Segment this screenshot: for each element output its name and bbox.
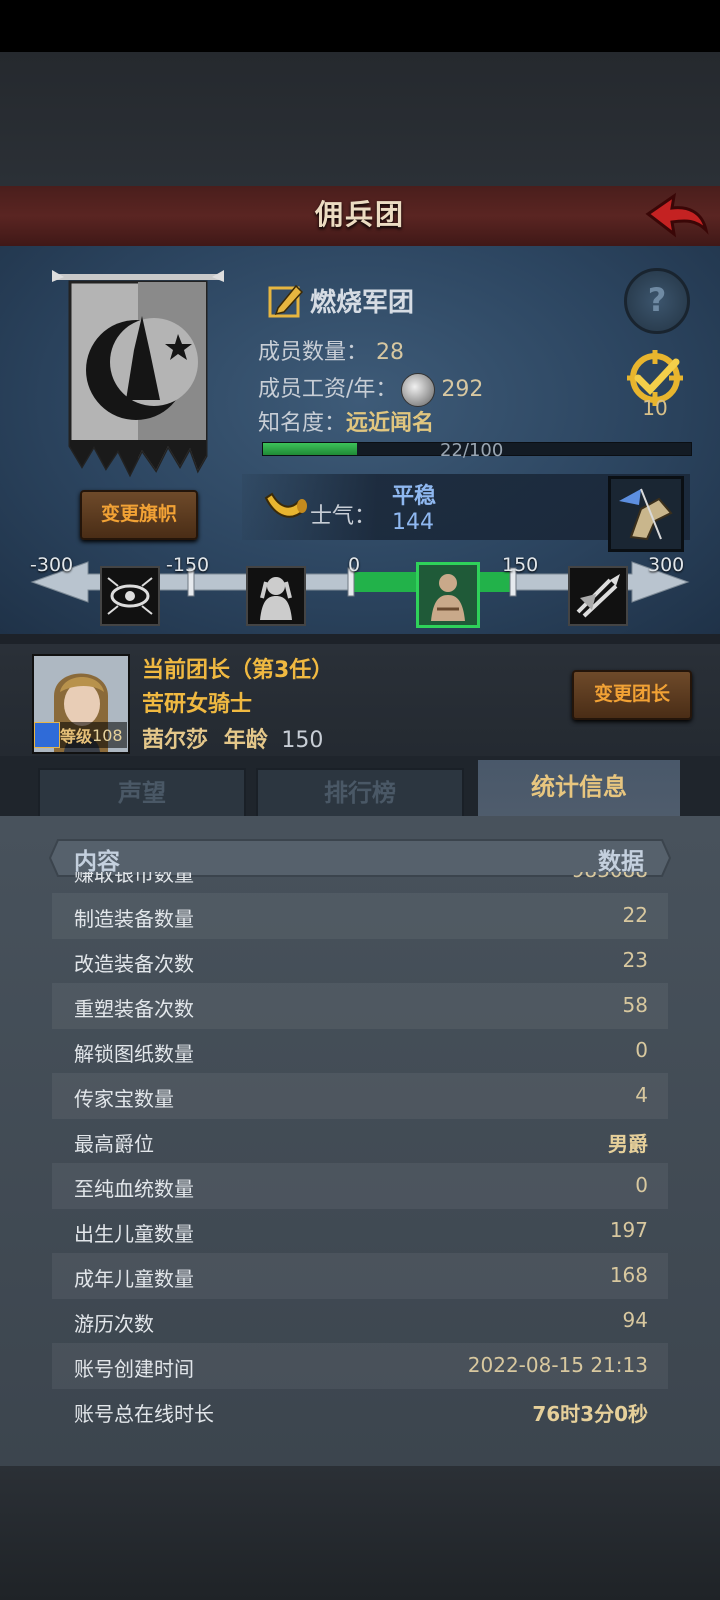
row-label: 账号总在线时长 xyxy=(74,1402,214,1426)
leader-level: 等级108 xyxy=(34,722,127,748)
page-title: 佣兵团 xyxy=(314,198,405,231)
column-header-data: 数据 xyxy=(598,849,644,875)
morale-status: 平稳 xyxy=(392,484,437,509)
tab-statistics[interactable]: 统计信息 xyxy=(478,760,680,818)
table-row: 至纯血统数量 0 xyxy=(52,1163,668,1209)
table-row: 游历次数 94 xyxy=(52,1298,668,1344)
row-label: 制造装备数量 xyxy=(74,907,194,931)
stats-list[interactable]: 赚取银币数量 983088 制造装备数量 22 改造装备次数 23 重塑装备次数 58 解锁图纸… xyxy=(52,872,668,1466)
members-value: 28 xyxy=(376,340,405,365)
change-flag-button[interactable]: 变更旗帜 xyxy=(80,490,198,540)
table-row: 重塑装备次数 58 xyxy=(52,983,668,1029)
change-leader-button[interactable]: 变更团长 xyxy=(572,670,692,720)
row-label: 最高爵位 xyxy=(74,1132,154,1156)
wage-label: 成员工资/年： xyxy=(258,377,398,402)
sword-class-icon xyxy=(34,722,60,748)
tab-ranking[interactable]: 排行榜 xyxy=(256,768,464,818)
table-row: 最高爵位 男爵 xyxy=(52,1118,668,1164)
table-row: 解锁图纸数量 0 xyxy=(52,1028,668,1074)
back-arrow-icon[interactable] xyxy=(644,190,710,242)
table-row: 出生儿童数量 197 xyxy=(52,1208,668,1254)
table-row: 改造装备次数 23 xyxy=(52,938,668,984)
table-row: 账号创建时间 2022-08-15 21:13 xyxy=(52,1343,668,1389)
leader-name: 茜尔莎 xyxy=(142,728,209,753)
fame-progress-fill xyxy=(263,443,358,455)
row-label: 游历次数 xyxy=(74,1312,154,1336)
fame-row: 知名度：远近闻名 xyxy=(258,405,434,437)
leader-age-label: 年龄 xyxy=(223,728,268,753)
table-row: 账号总在线时长 76时3分0秒 xyxy=(52,1388,668,1434)
row-value: 23 xyxy=(622,948,648,972)
fame-progress-text: 22/100 xyxy=(440,440,504,461)
morale-label: 士气： xyxy=(310,504,377,529)
badge-count: 10 xyxy=(642,396,668,420)
table-row: 传家宝数量 4 xyxy=(52,1073,668,1119)
tab-reputation[interactable]: 声望 xyxy=(38,768,246,818)
leader-age: 150 xyxy=(281,728,324,753)
table-row: 赚取银币数量 983088 xyxy=(52,872,668,894)
row-label: 赚取银币数量 xyxy=(74,872,194,886)
row-label: 成年儿童数量 xyxy=(74,1267,194,1291)
leader-class: 苦研女骑士 xyxy=(142,692,253,717)
members-row: 成员数量： 28 xyxy=(258,334,404,366)
table-row: 制造装备数量 22 xyxy=(52,893,668,939)
leader-info: 茜尔莎 年龄 150 xyxy=(142,722,323,754)
scale-tick-label: 300 xyxy=(648,554,685,576)
row-label: 账号创建时间 xyxy=(74,1357,194,1381)
scale-tick-label: 150 xyxy=(502,554,539,576)
morale-eye-icon[interactable] xyxy=(100,566,160,626)
status-bar xyxy=(0,0,720,52)
guild-banner-icon xyxy=(50,270,226,492)
flag-charge-icon[interactable] xyxy=(608,476,684,552)
scale-tick-label: -150 xyxy=(166,554,210,576)
row-label: 解锁图纸数量 xyxy=(74,1042,194,1066)
level-value: 108 xyxy=(92,725,123,745)
morale-calm-icon[interactable] xyxy=(416,562,480,628)
row-value: 983088 xyxy=(572,872,648,882)
header-bar: 佣兵团 xyxy=(0,186,720,249)
row-label: 重塑装备次数 xyxy=(74,997,194,1021)
divider xyxy=(0,634,720,644)
row-label: 改造装备次数 xyxy=(74,952,194,976)
morale-value: 144 xyxy=(392,510,434,535)
members-label: 成员数量： xyxy=(258,340,369,365)
level-label: 等级 xyxy=(60,727,93,746)
edit-name-icon[interactable] xyxy=(266,280,306,320)
top-background xyxy=(0,52,720,186)
table-row: 成年儿童数量 168 xyxy=(52,1253,668,1299)
fame-status: 远近闻名 xyxy=(346,411,435,436)
row-label: 出生儿童数量 xyxy=(74,1222,194,1246)
wage-row: 成员工资/年： 292 xyxy=(258,371,483,407)
row-value: 94 xyxy=(622,1308,648,1332)
guild-name: 燃烧军团 xyxy=(310,288,415,318)
row-value: 197 xyxy=(609,1218,648,1242)
row-value: 0 xyxy=(635,1038,648,1062)
scale-tick-label: 0 xyxy=(348,554,361,576)
row-value: 0 xyxy=(635,1173,648,1197)
fame-label: 知名度： xyxy=(258,411,347,436)
morale-despair-icon[interactable] xyxy=(246,566,306,626)
row-value: 男爵 xyxy=(608,1132,648,1156)
wage-value: 292 xyxy=(441,377,484,402)
row-value: 76时3分0秒 xyxy=(532,1402,648,1426)
scale-tick-label: -300 xyxy=(30,554,74,576)
horn-icon xyxy=(262,488,308,528)
morale-victory-icon[interactable] xyxy=(568,566,628,626)
row-label: 至纯血统数量 xyxy=(74,1177,194,1201)
row-value: 4 xyxy=(635,1083,648,1107)
row-value: 2022-08-15 21:13 xyxy=(467,1353,648,1377)
help-icon[interactable]: ? xyxy=(624,268,690,334)
row-label: 传家宝数量 xyxy=(74,1087,174,1111)
row-value: 168 xyxy=(609,1263,648,1287)
bottom-background xyxy=(0,1466,720,1600)
column-header-content: 内容 xyxy=(74,849,120,875)
leader-title: 当前团长（第3任） xyxy=(142,658,334,683)
row-value: 22 xyxy=(622,903,648,927)
row-value: 58 xyxy=(622,993,648,1017)
silver-coin-icon xyxy=(401,373,436,407)
